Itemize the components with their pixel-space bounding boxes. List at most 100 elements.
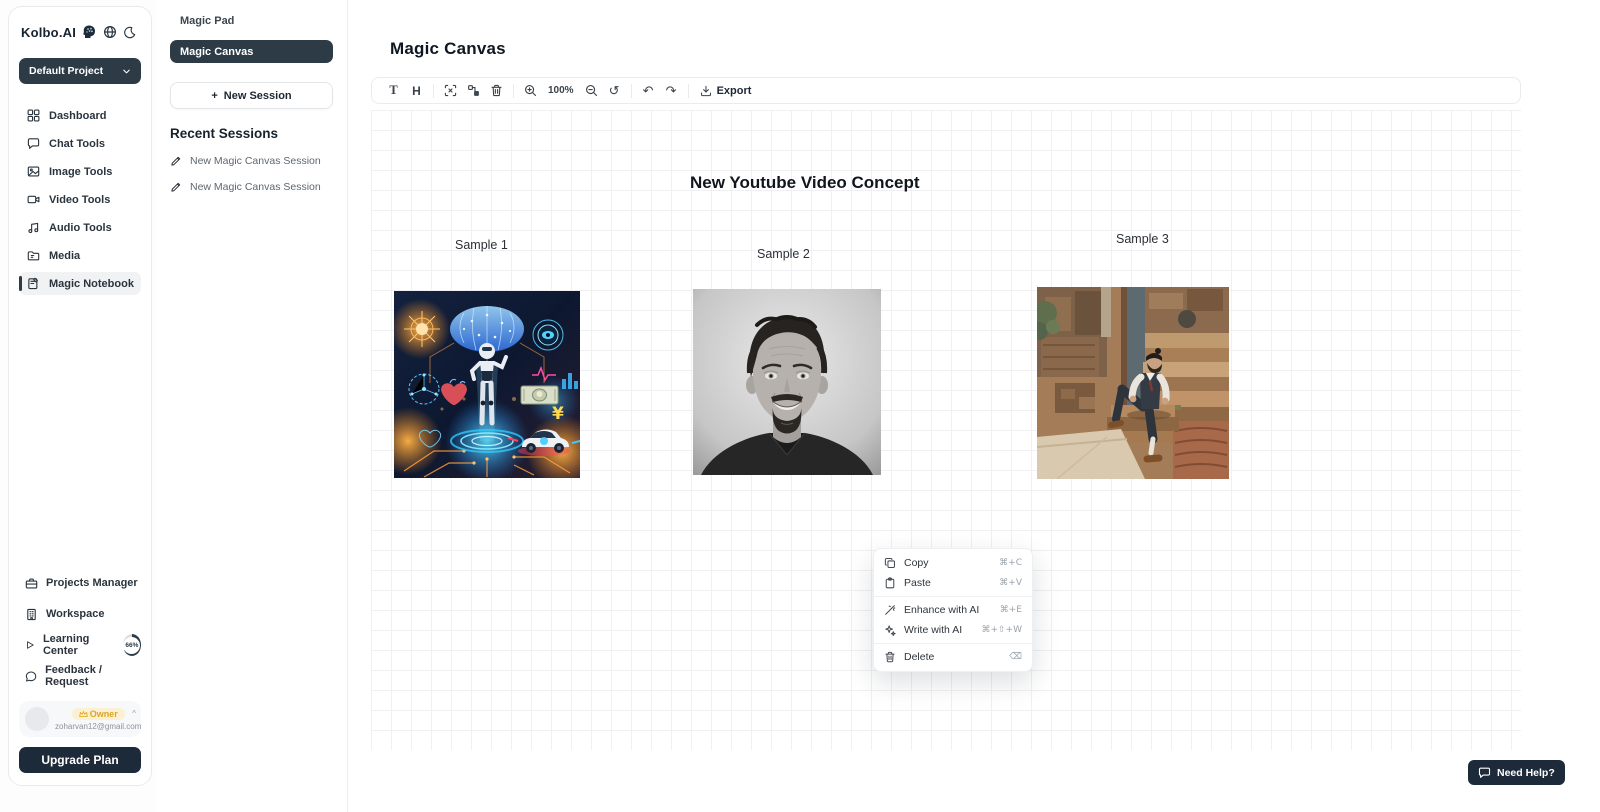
- menu-item-enhance-with-ai[interactable]: Enhance with AI ⌘+E: [874, 600, 1032, 620]
- toolbar-separator: [631, 84, 632, 98]
- zoom-out-icon: [585, 84, 598, 97]
- text-tool-glyph: T: [389, 83, 397, 98]
- magic-canvas-label: Magic Canvas: [180, 46, 253, 58]
- sidebar-item-audio-tools[interactable]: Audio Tools: [19, 216, 141, 239]
- plus-icon: +: [211, 90, 217, 102]
- sample-1-image[interactable]: ¥: [394, 291, 580, 478]
- canvas-toolbar: T H 100% ↺ ↶ ↷: [371, 77, 1521, 104]
- dark-mode-moon-icon[interactable]: [121, 23, 139, 41]
- magic-canvas-item-active[interactable]: Magic Canvas: [170, 40, 333, 63]
- app-logo[interactable]: Kolbo.AI: [21, 23, 98, 41]
- play-icon: [25, 639, 35, 651]
- paste-clipboard-icon: [884, 577, 896, 589]
- sidebar-spacer: [19, 295, 141, 572]
- menu-item-delete[interactable]: Delete ⌫: [874, 647, 1032, 667]
- menu-shortcut: ⌘+E: [1000, 605, 1022, 615]
- toolbar-separator: [688, 84, 689, 98]
- sidebar-item-workspace[interactable]: Workspace: [19, 603, 141, 625]
- sidebar-item-chat-tools[interactable]: Chat Tools: [19, 132, 141, 155]
- menu-item-label: Copy: [904, 557, 929, 569]
- user-meta: Owner zoharvan12@gmail.com: [55, 708, 141, 731]
- upgrade-plan-button[interactable]: Upgrade Plan: [19, 747, 141, 773]
- owner-role-badge: Owner: [72, 708, 125, 720]
- menu-item-paste[interactable]: Paste ⌘+V: [874, 573, 1032, 593]
- sample-2-label[interactable]: Sample 2: [757, 247, 810, 261]
- footer-item-label: Feedback / Request: [45, 664, 141, 688]
- session-item[interactable]: New Magic Canvas Session: [170, 155, 333, 167]
- trash-icon: [490, 84, 503, 97]
- heading-tool-button[interactable]: H: [405, 80, 428, 101]
- chevron-down-icon: [122, 67, 131, 76]
- session-item[interactable]: New Magic Canvas Session: [170, 181, 333, 193]
- zoom-in-icon: [524, 84, 537, 97]
- export-label: Export: [717, 85, 752, 97]
- ai-select-tool-button[interactable]: [439, 80, 462, 101]
- export-button[interactable]: Export: [694, 85, 758, 97]
- page-title: Magic Canvas: [390, 39, 506, 59]
- sidebar-item-dashboard[interactable]: Dashboard: [19, 104, 141, 127]
- menu-item-label: Write with AI: [904, 624, 962, 636]
- music-note-icon: [27, 221, 40, 234]
- session-item-label: New Magic Canvas Session: [190, 181, 321, 193]
- sidebar-item-image-tools[interactable]: Image Tools: [19, 160, 141, 183]
- sample-2-image[interactable]: [693, 289, 881, 475]
- upgrade-plan-label: Upgrade Plan: [41, 753, 118, 767]
- undo-button[interactable]: ↶: [637, 80, 660, 101]
- need-help-label: Need Help?: [1497, 767, 1555, 779]
- magic-pad-item[interactable]: Magic Pad: [170, 15, 333, 27]
- sidebar-item-magic-notebook[interactable]: Magic Notebook: [19, 272, 141, 295]
- language-globe-icon[interactable]: [101, 23, 119, 41]
- download-icon: [700, 85, 712, 97]
- toolbar-separator: [433, 84, 434, 98]
- sample-1-label[interactable]: Sample 1: [455, 238, 508, 252]
- zoom-in-button[interactable]: [519, 80, 542, 101]
- redo-button[interactable]: ↷: [660, 80, 683, 101]
- sample-3-label[interactable]: Sample 3: [1116, 232, 1169, 246]
- building-icon: [25, 608, 38, 621]
- toolbar-separator: [513, 84, 514, 98]
- reset-view-button[interactable]: ↺: [603, 80, 626, 101]
- sidebar-item-label: Video Tools: [49, 194, 110, 206]
- project-selector-label: Default Project: [29, 65, 103, 77]
- footer-item-label: Projects Manager: [46, 577, 138, 589]
- need-help-button[interactable]: Need Help?: [1468, 760, 1565, 785]
- zoom-out-button[interactable]: [580, 80, 603, 101]
- menu-shortcut: ⌘+C: [999, 558, 1022, 568]
- sample-3-image[interactable]: [1037, 287, 1229, 479]
- ai-select-icon: [444, 84, 457, 97]
- sidebar-item-media[interactable]: Media: [19, 244, 141, 267]
- menu-separator: [874, 643, 1032, 644]
- zoom-level-value[interactable]: 100%: [542, 85, 580, 96]
- help-chat-icon: [1478, 766, 1491, 779]
- menu-shortcut: ⌘+V: [999, 578, 1022, 588]
- new-session-button[interactable]: + New Session: [170, 82, 333, 109]
- menu-item-write-with-ai[interactable]: Write with AI ⌘+⇧+W: [874, 620, 1032, 640]
- chevron-up-icon: ^: [132, 709, 136, 718]
- sparkles-icon: [884, 624, 896, 636]
- connector-tool-button[interactable]: [462, 80, 485, 101]
- copy-icon: [884, 557, 896, 569]
- magic-wand-icon: [884, 604, 896, 616]
- session-list: New Magic Canvas Session New Magic Canva…: [170, 155, 333, 193]
- sidebar-item-video-tools[interactable]: Video Tools: [19, 188, 141, 211]
- text-tool-button[interactable]: T: [382, 80, 405, 101]
- sidebar-item-label: Magic Notebook: [49, 278, 134, 290]
- menu-item-label: Enhance with AI: [904, 604, 979, 616]
- image-icon: [27, 165, 40, 178]
- sidebar-item-label: Chat Tools: [49, 138, 105, 150]
- delete-tool-button[interactable]: [485, 80, 508, 101]
- canvas-heading-text[interactable]: New Youtube Video Concept: [690, 173, 920, 193]
- canvas-context-menu: Copy ⌘+C Paste ⌘+V Enhance with AI ⌘+E W…: [873, 548, 1033, 672]
- sidebar-item-label: Audio Tools: [49, 222, 112, 234]
- sidebar-item-feedback-request[interactable]: Feedback / Request: [19, 665, 141, 687]
- menu-item-copy[interactable]: Copy ⌘+C: [874, 553, 1032, 573]
- menu-shortcut: ⌫: [1009, 652, 1022, 662]
- media-folder-icon: [27, 249, 40, 262]
- user-account-card[interactable]: Owner zoharvan12@gmail.com ^: [19, 701, 141, 737]
- project-selector-dropdown[interactable]: Default Project: [19, 58, 141, 84]
- sidebar-item-learning-center[interactable]: Learning Center 66%: [19, 634, 141, 656]
- reset-view-icon: ↺: [609, 84, 620, 97]
- sidebar-item-projects-manager[interactable]: Projects Manager: [19, 572, 141, 594]
- feedback-bubble-icon: [25, 670, 37, 683]
- video-camera-icon: [27, 193, 40, 206]
